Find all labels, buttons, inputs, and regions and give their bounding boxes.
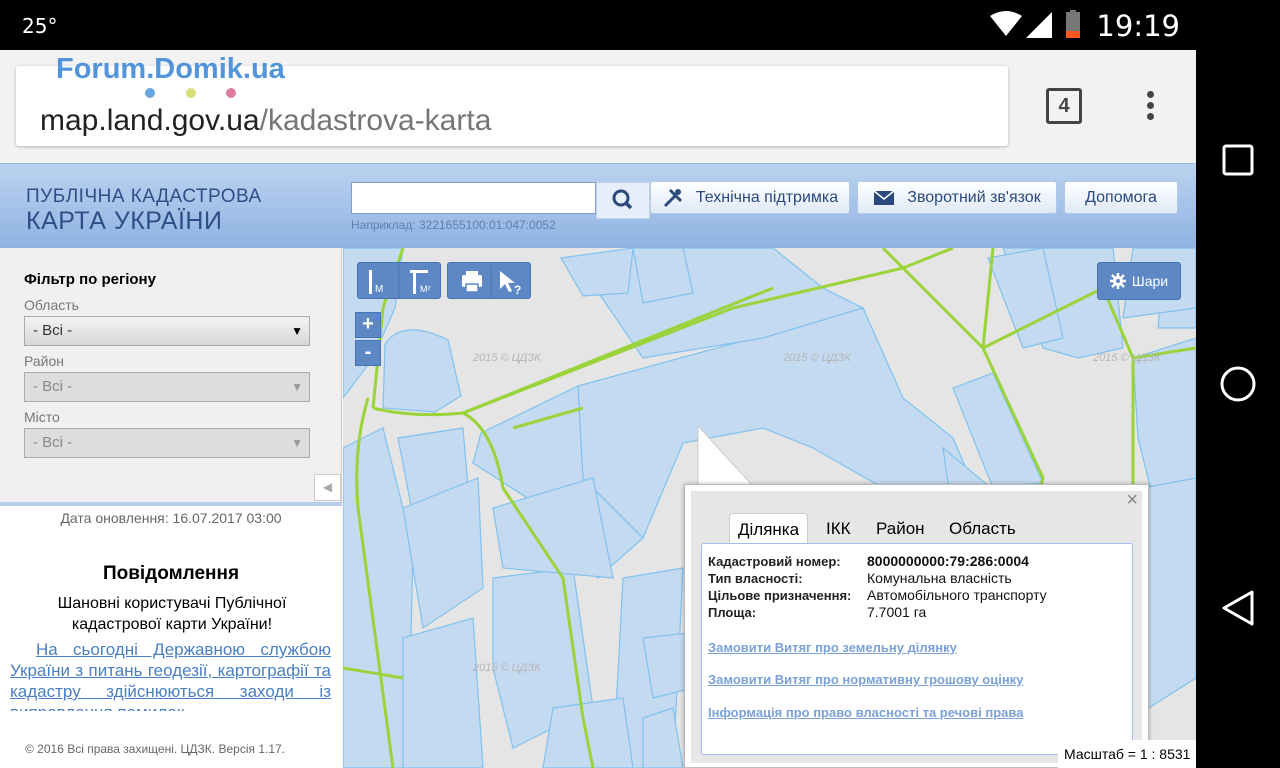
city-select[interactable]: - Всі - ▼ bbox=[24, 428, 310, 458]
help-label: Допомога bbox=[1085, 188, 1157, 206]
help-button[interactable]: Допомога bbox=[1064, 181, 1178, 214]
region-label: Область bbox=[24, 297, 79, 313]
city-label: Місто bbox=[24, 409, 60, 425]
search-button[interactable] bbox=[596, 182, 650, 219]
wifi-icon bbox=[990, 11, 1022, 36]
temperature: 25° bbox=[22, 14, 58, 38]
recent-apps-icon bbox=[1222, 144, 1254, 176]
purpose-value: Автомобільного транспорту bbox=[867, 587, 1047, 603]
url-text[interactable]: map.land.gov.ua/kadastrova-karta bbox=[40, 104, 491, 138]
update-date: Дата оновлення: 16.07.2017 03:00 bbox=[60, 510, 282, 526]
region-select[interactable]: - Всі - ▼ bbox=[24, 316, 310, 346]
search-icon bbox=[612, 189, 633, 210]
dropdown-arrow-icon: ▼ bbox=[291, 436, 303, 450]
identify-cursor-icon: ? bbox=[500, 271, 521, 297]
popup-body: Ділянка ІКК Район Область Кадастровий но… bbox=[691, 491, 1142, 763]
area-value: 7.7001 га bbox=[867, 604, 927, 620]
layers-button[interactable]: Шари bbox=[1097, 262, 1181, 300]
home-button[interactable] bbox=[1214, 360, 1262, 408]
screen: 25° 19:19 map.land.gov.ua/kadastrova-kar… bbox=[0, 0, 1196, 768]
tools-icon bbox=[663, 188, 682, 207]
collapse-sidebar-button[interactable]: ◀ bbox=[314, 474, 341, 501]
tab-oblast[interactable]: Область bbox=[941, 513, 1024, 543]
parcel-info-popup: Ділянка ІКК Район Область Кадастровий но… bbox=[684, 484, 1149, 768]
svg-text:M²: M² bbox=[420, 284, 431, 294]
district-select[interactable]: - Всі - ▼ bbox=[24, 372, 310, 402]
gear-icon bbox=[1109, 273, 1126, 289]
dropdown-arrow-icon: ▼ bbox=[291, 380, 303, 394]
order-valuation-extract-link[interactable]: Замовити Витяг про нормативну грошову оц… bbox=[708, 672, 1023, 687]
back-button[interactable] bbox=[1214, 584, 1262, 632]
cadastral-number-label: Кадастровий номер: bbox=[708, 554, 841, 569]
print-identify-toolbar: ? bbox=[447, 262, 531, 299]
area-m2-icon: M² bbox=[410, 270, 431, 294]
status-bar: 25° 19:19 bbox=[0, 0, 1196, 50]
url-path: /kadastrova-karta bbox=[259, 104, 492, 137]
layers-label: Шари bbox=[1131, 273, 1169, 289]
zoom-out-button[interactable]: - bbox=[355, 340, 381, 366]
chevron-left-icon: ◀ bbox=[322, 480, 333, 494]
purpose-label: Цільове призначення: bbox=[708, 588, 852, 603]
back-icon bbox=[1222, 590, 1254, 626]
svg-text:M: M bbox=[375, 284, 383, 295]
notice-panel: Дата оновлення: 16.07.2017 03:00 Повідом… bbox=[0, 502, 342, 768]
tech-support-button[interactable]: Технічна підтримка bbox=[650, 181, 850, 214]
tab-district[interactable]: Район bbox=[868, 513, 933, 543]
watermark-dot bbox=[145, 88, 155, 98]
district-label: Район bbox=[24, 353, 64, 369]
clock: 19:19 bbox=[1096, 9, 1180, 43]
region-filter-sidebar: Фільтр по регіону Область - Всі - ▼ Район… bbox=[0, 248, 342, 768]
home-icon bbox=[1220, 366, 1256, 402]
tab-parcel[interactable]: Ділянка bbox=[729, 513, 809, 545]
zoom-in-button[interactable]: + bbox=[355, 312, 381, 338]
cadastral-number-value: 8000000000:79:286:0004 bbox=[867, 553, 1029, 569]
overflow-menu-icon[interactable] bbox=[1140, 88, 1160, 124]
notice-body: Шановні користувачі Публічної кадастрово… bbox=[57, 595, 287, 633]
ruler-m-icon: M bbox=[369, 270, 383, 295]
ownership-type-label: Тип власності: bbox=[708, 571, 803, 586]
envelope-icon bbox=[873, 189, 895, 205]
watermark-dot bbox=[226, 88, 236, 98]
close-icon[interactable]: × bbox=[1126, 489, 1138, 512]
notice-title: Повідомлення bbox=[102, 563, 240, 584]
cadastral-search-input[interactable] bbox=[351, 182, 596, 214]
forum-watermark: Forum.Domik.ua bbox=[56, 53, 285, 85]
tab-switcher-button[interactable]: 4 bbox=[1046, 88, 1082, 124]
url-domain: map.land.gov.ua bbox=[40, 104, 260, 137]
map-scale: Масштаб = 1 : 8531 bbox=[1058, 740, 1196, 768]
tile-watermark: 2015 © ЦДЗК bbox=[473, 352, 541, 364]
ownership-info-link[interactable]: Інформація про право власності та речові… bbox=[708, 705, 1023, 720]
dropdown-arrow-icon: ▼ bbox=[291, 324, 303, 338]
city-select-value: - Всі - bbox=[33, 434, 73, 451]
signal-icon bbox=[1026, 12, 1052, 38]
tech-support-label: Технічна підтримка bbox=[695, 188, 839, 206]
order-parcel-extract-link[interactable]: Замовити Витяг про земельну ділянку bbox=[708, 640, 957, 655]
site-header: ПУБЛІЧНА КАДАСТРОВА КАРТА УКРАЇНИ Наприк… bbox=[0, 163, 1196, 248]
tab-ikk[interactable]: ІКК bbox=[818, 513, 859, 543]
region-select-value: - Всі - bbox=[33, 322, 73, 339]
ownership-type-value: Комунальна власність bbox=[867, 570, 1012, 586]
logo-line-2[interactable]: КАРТА УКРАЇНИ bbox=[26, 207, 222, 236]
print-icon bbox=[462, 271, 482, 293]
filter-title: Фільтр по регіону bbox=[24, 271, 156, 288]
logo-line-1[interactable]: ПУБЛІЧНА КАДАСТРОВА bbox=[26, 186, 262, 208]
area-label: Площа: bbox=[708, 605, 757, 620]
feedback-button[interactable]: Зворотний зв'язок bbox=[857, 181, 1057, 214]
recent-apps-button[interactable] bbox=[1214, 136, 1262, 184]
feedback-label: Зворотний зв'язок bbox=[907, 188, 1041, 206]
copyright: © 2016 Всі права захищені. ЦДЗК. Версія … bbox=[25, 742, 286, 756]
tile-watermark: 2015 © ЦДЗК bbox=[473, 662, 541, 674]
parcel-details: Кадастровий номер: 8000000000:79:286:000… bbox=[701, 543, 1133, 755]
notice-link[interactable]: На сьогодні Державною службою України з … bbox=[10, 639, 331, 711]
search-hint: Наприклад: 3221655100:01:047:0052 bbox=[351, 218, 556, 232]
system-icons bbox=[990, 10, 1080, 38]
measure-toolbar: M M² bbox=[357, 262, 441, 299]
watermark-dot bbox=[186, 88, 196, 98]
svg-text:?: ? bbox=[514, 283, 521, 297]
tile-watermark: 2015 © ЦДЗК bbox=[783, 352, 851, 364]
navigation-bar bbox=[1196, 0, 1280, 768]
district-select-value: - Всі - bbox=[33, 378, 73, 395]
tile-watermark: 2015 © ЦДЗК bbox=[1093, 352, 1161, 364]
